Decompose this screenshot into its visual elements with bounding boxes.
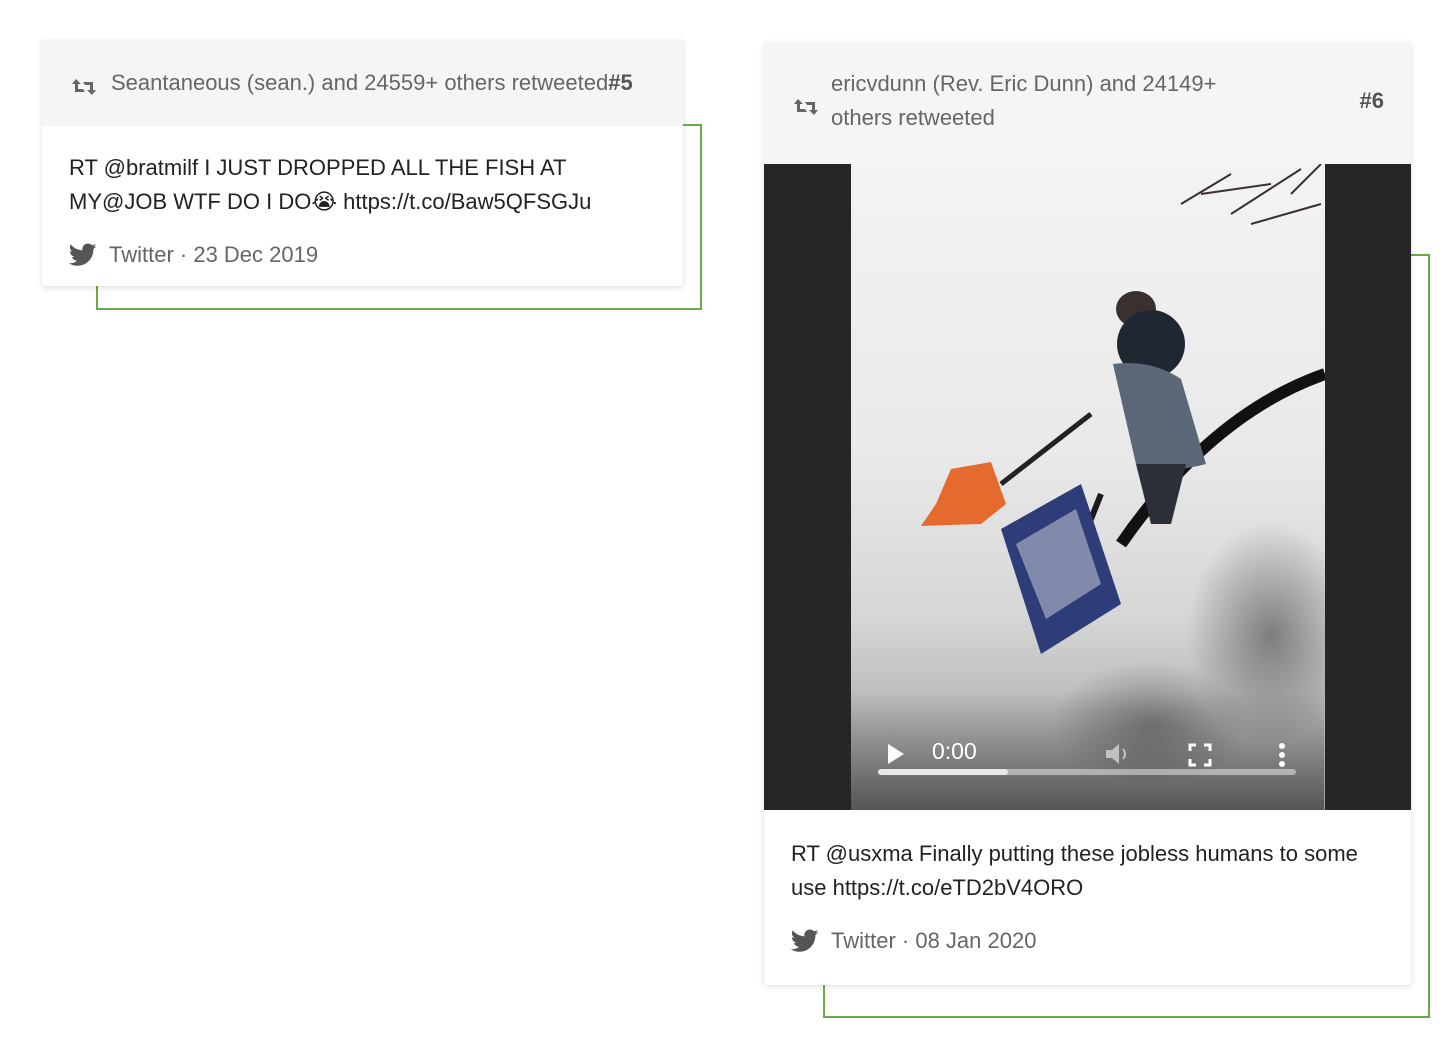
tweet-card-5: Seantaneous (sean.) and 24559+ others re… <box>42 40 683 286</box>
retweet-icon <box>71 73 97 107</box>
tweet-card-6: ericvdunn (Rev. Eric Dunn) and 24149+ ot… <box>764 42 1411 985</box>
video-progress-bar[interactable] <box>878 769 1296 775</box>
tweet-body: RT @usxma Finally putting these jobless … <box>764 810 1411 958</box>
tweet-source: Twitter · 23 Dec 2019 <box>68 238 656 272</box>
retweet-icon <box>793 93 819 127</box>
video-controls: 0:00 <box>851 690 1324 810</box>
source-label[interactable]: Twitter · 08 Jan 2020 <box>831 924 1036 958</box>
rank-label: #6 <box>1359 88 1384 113</box>
source-label[interactable]: Twitter · 23 Dec 2019 <box>109 238 318 272</box>
retweet-text: Seantaneous (sean.) and 24559+ others re… <box>111 70 609 95</box>
tweet-text[interactable]: RT @bratmilf I JUST DROPPED ALL THE FISH… <box>69 151 659 219</box>
retweet-header: Seantaneous (sean.) and 24559+ others re… <box>42 40 683 126</box>
video-player[interactable]: 0:00 <box>764 164 1411 810</box>
twitter-bird-icon <box>790 929 819 953</box>
rank-label: #5 <box>608 70 633 95</box>
tweet-source: Twitter · 08 Jan 2020 <box>790 924 1384 958</box>
retweet-header: ericvdunn (Rev. Eric Dunn) and 24149+ ot… <box>764 42 1411 164</box>
twitter-bird-icon <box>68 243 97 267</box>
video-time: 0:00 <box>932 738 977 764</box>
fullscreen-icon[interactable] <box>1188 743 1212 772</box>
play-icon[interactable] <box>885 742 907 771</box>
tweet-body: RT @bratmilf I JUST DROPPED ALL THE FISH… <box>42 126 683 272</box>
video-progress-fill <box>878 769 1008 775</box>
tweet-text[interactable]: RT @usxma Finally putting these jobless … <box>791 837 1381 905</box>
retweet-text: ericvdunn (Rev. Eric Dunn) and 24149+ ot… <box>831 71 1217 130</box>
